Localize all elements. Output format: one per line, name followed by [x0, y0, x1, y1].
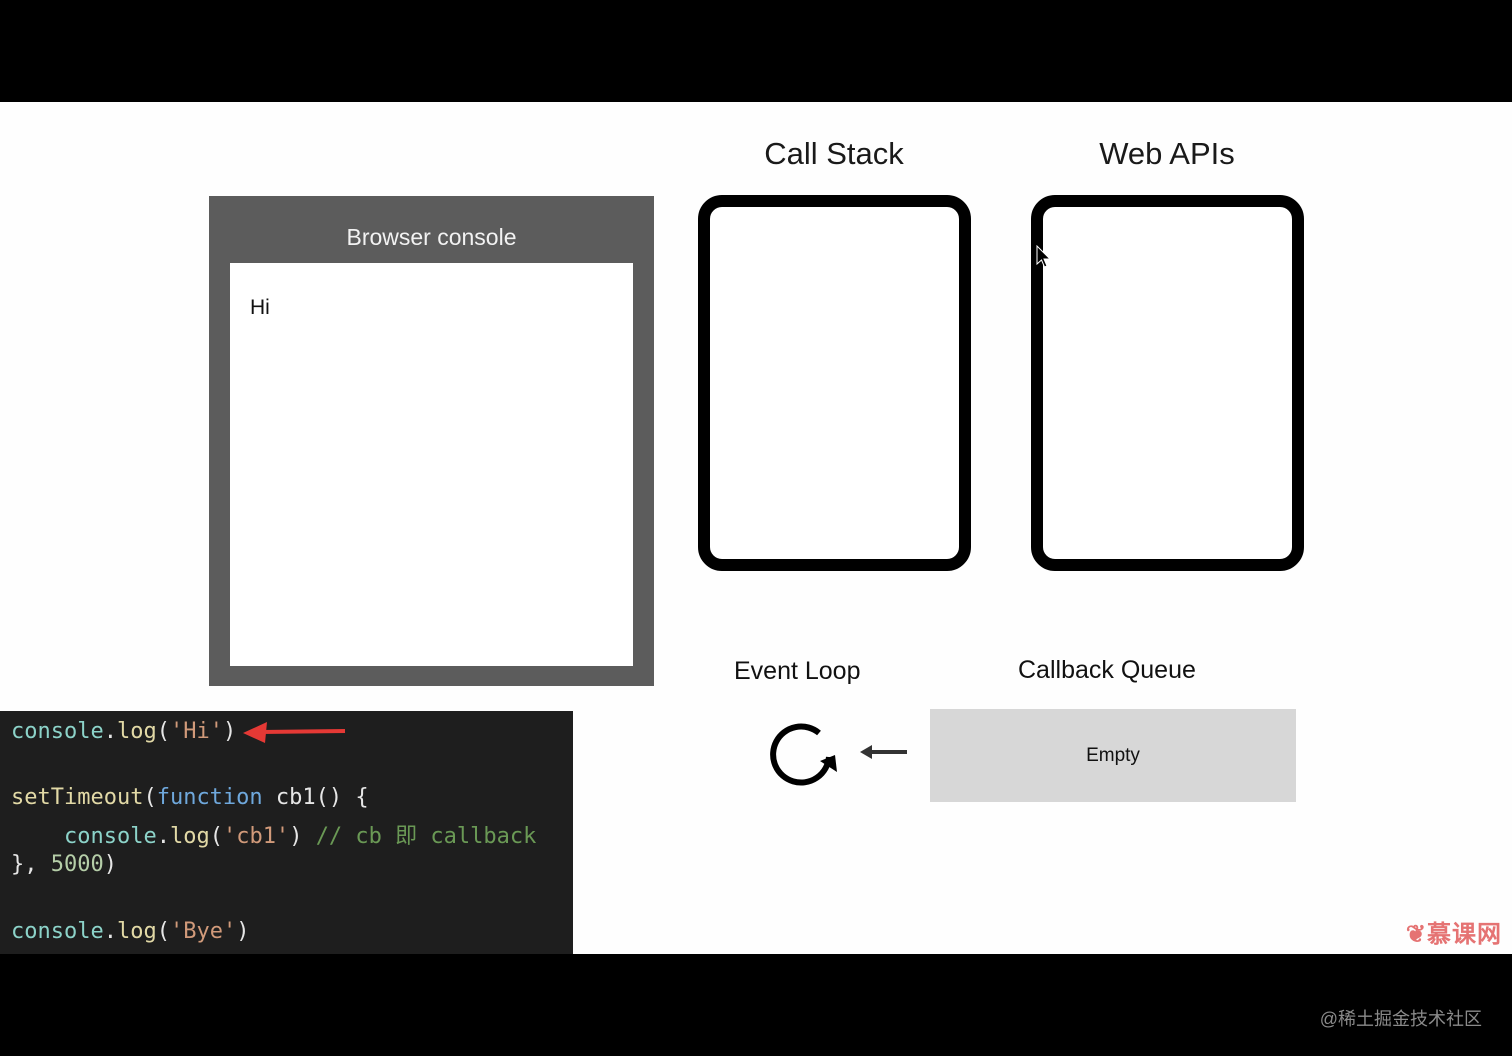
code-line-1: console.log('Hi') — [11, 719, 237, 744]
watermark-text: 慕课网 — [1427, 921, 1502, 948]
web-apis-box — [1031, 195, 1304, 571]
console-output-line: Hi — [250, 296, 270, 319]
code-line-4: console.log('cb1') // cb 即 callback — [63, 824, 537, 849]
callback-queue-content: Empty — [1086, 744, 1140, 766]
code-panel: console.log('Hi') setTimeout(function cb… — [0, 711, 573, 954]
browser-console-output: Hi — [230, 263, 633, 666]
left-arrow-icon — [860, 745, 907, 759]
code-line-7: console.log('Bye') — [11, 919, 250, 944]
footer-credit: @稀土掘金技术社区 — [1319, 1009, 1482, 1029]
browser-console: Browser console Hi — [209, 196, 654, 686]
call-stack-box — [698, 195, 971, 571]
callback-queue-label: Callback Queue — [1018, 656, 1196, 684]
code-line-3: setTimeout(function cb1() { — [11, 785, 369, 810]
flame-icon: ❦ — [1405, 921, 1427, 948]
callback-queue-box: Empty — [930, 709, 1296, 802]
pointer-arrow-icon — [243, 722, 346, 743]
cursor-icon — [1036, 245, 1052, 268]
browser-console-title: Browser console — [346, 224, 517, 250]
event-loop-icon — [770, 723, 837, 786]
code-line-5: }, 5000) — [11, 852, 117, 877]
watermark-logo: ❦慕课网 — [1406, 914, 1502, 949]
event-loop-label: Event Loop — [734, 657, 861, 685]
call-stack-heading: Call Stack — [764, 136, 904, 171]
web-apis-heading: Web APIs — [1099, 136, 1235, 171]
